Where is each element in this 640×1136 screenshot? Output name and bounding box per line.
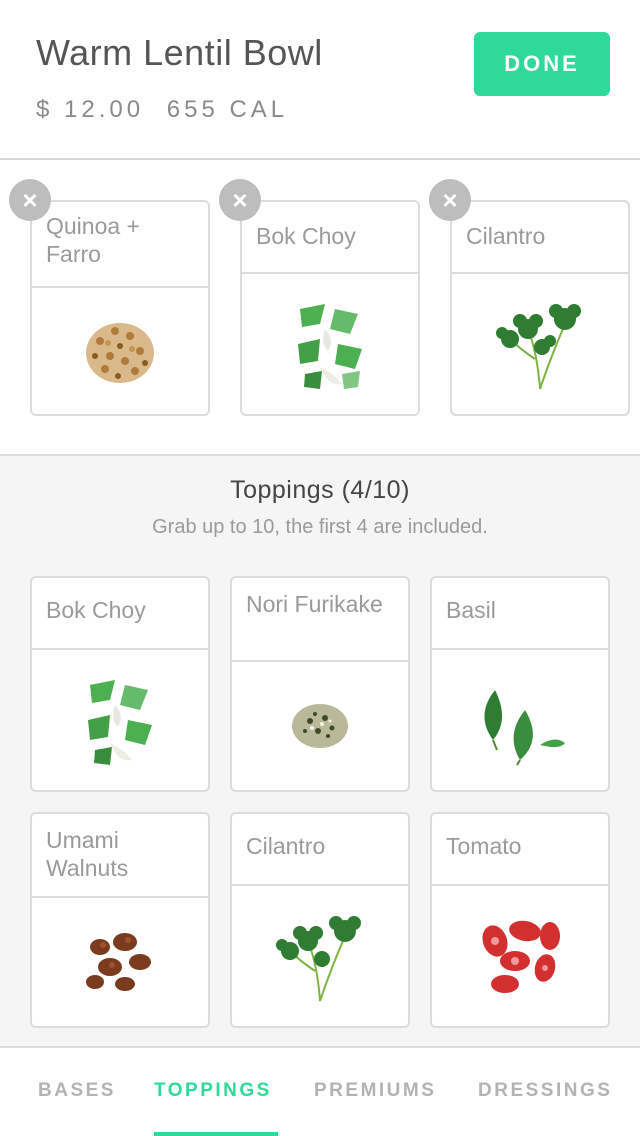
tab-dressings[interactable]: DRESSINGS <box>478 1080 612 1102</box>
bowl-meta: $ 12.00 655 CAL <box>36 96 300 124</box>
active-tab-indicator <box>154 1132 278 1136</box>
cilantro-icon <box>452 274 628 414</box>
bowl-header: Warm Lentil Bowl $ 12.00 655 CAL DONE <box>0 0 640 158</box>
tab-toppings[interactable]: TOPPINGS <box>154 1080 272 1102</box>
topping-card-basil[interactable]: Basil <box>430 576 610 792</box>
cilantro-icon <box>232 886 408 1026</box>
toppings-panel[interactable]: Toppings (4/10) Grab up to 10, the first… <box>0 456 640 1046</box>
tomato-icon <box>432 886 608 1026</box>
selected-ingredients-tray[interactable]: Quinoa + Farro × Bok Choy × Cilantro × <box>0 160 640 454</box>
remove-cilantro-button[interactable]: × <box>429 179 471 221</box>
furikake-icon <box>232 662 408 790</box>
bok-choy-icon <box>242 274 418 414</box>
topping-card-umami-walnuts[interactable]: Umami Walnuts <box>30 812 210 1028</box>
topping-label: Nori Furikake <box>232 578 408 662</box>
grain-icon <box>32 288 208 414</box>
selected-item-label: Quinoa + Farro <box>32 202 208 288</box>
tab-bases[interactable]: BASES <box>38 1080 116 1102</box>
remove-bok-choy-button[interactable]: × <box>219 179 261 221</box>
bok-choy-icon <box>32 650 208 790</box>
bowl-title: Warm Lentil Bowl <box>36 32 323 73</box>
bowl-calories: 655 CAL <box>166 96 289 123</box>
topping-card-tomato[interactable]: Tomato <box>430 812 610 1028</box>
bowl-price: $ 12.00 <box>36 96 145 123</box>
tab-premiums[interactable]: PREMIUMS <box>314 1080 436 1102</box>
category-tab-bar: BASES TOPPINGS PREMIUMS DRESSINGS <box>0 1046 640 1136</box>
done-button[interactable]: DONE <box>474 32 610 96</box>
remove-quinoa-farro-button[interactable]: × <box>9 179 51 221</box>
topping-card-nori-furikake[interactable]: Nori Furikake <box>230 576 410 792</box>
toppings-title: Toppings (4/10) <box>230 476 410 504</box>
topping-card-cilantro[interactable]: Cilantro <box>230 812 410 1028</box>
toppings-subtitle: Grab up to 10, the first 4 are included. <box>152 516 488 538</box>
topping-label: Tomato <box>432 814 608 886</box>
topping-label: Basil <box>432 578 608 650</box>
selected-item-label: Cilantro <box>452 202 628 274</box>
topping-card-bok-choy[interactable]: Bok Choy <box>30 576 210 792</box>
basil-icon <box>432 650 608 790</box>
selected-item-label: Bok Choy <box>242 202 418 274</box>
walnut-icon <box>32 898 208 1026</box>
topping-label: Umami Walnuts <box>32 814 208 898</box>
selected-item-quinoa-farro[interactable]: Quinoa + Farro <box>30 200 210 416</box>
topping-label: Cilantro <box>232 814 408 886</box>
topping-label: Bok Choy <box>32 578 208 650</box>
selected-item-cilantro[interactable]: Cilantro <box>450 200 630 416</box>
selected-item-bok-choy[interactable]: Bok Choy <box>240 200 420 416</box>
